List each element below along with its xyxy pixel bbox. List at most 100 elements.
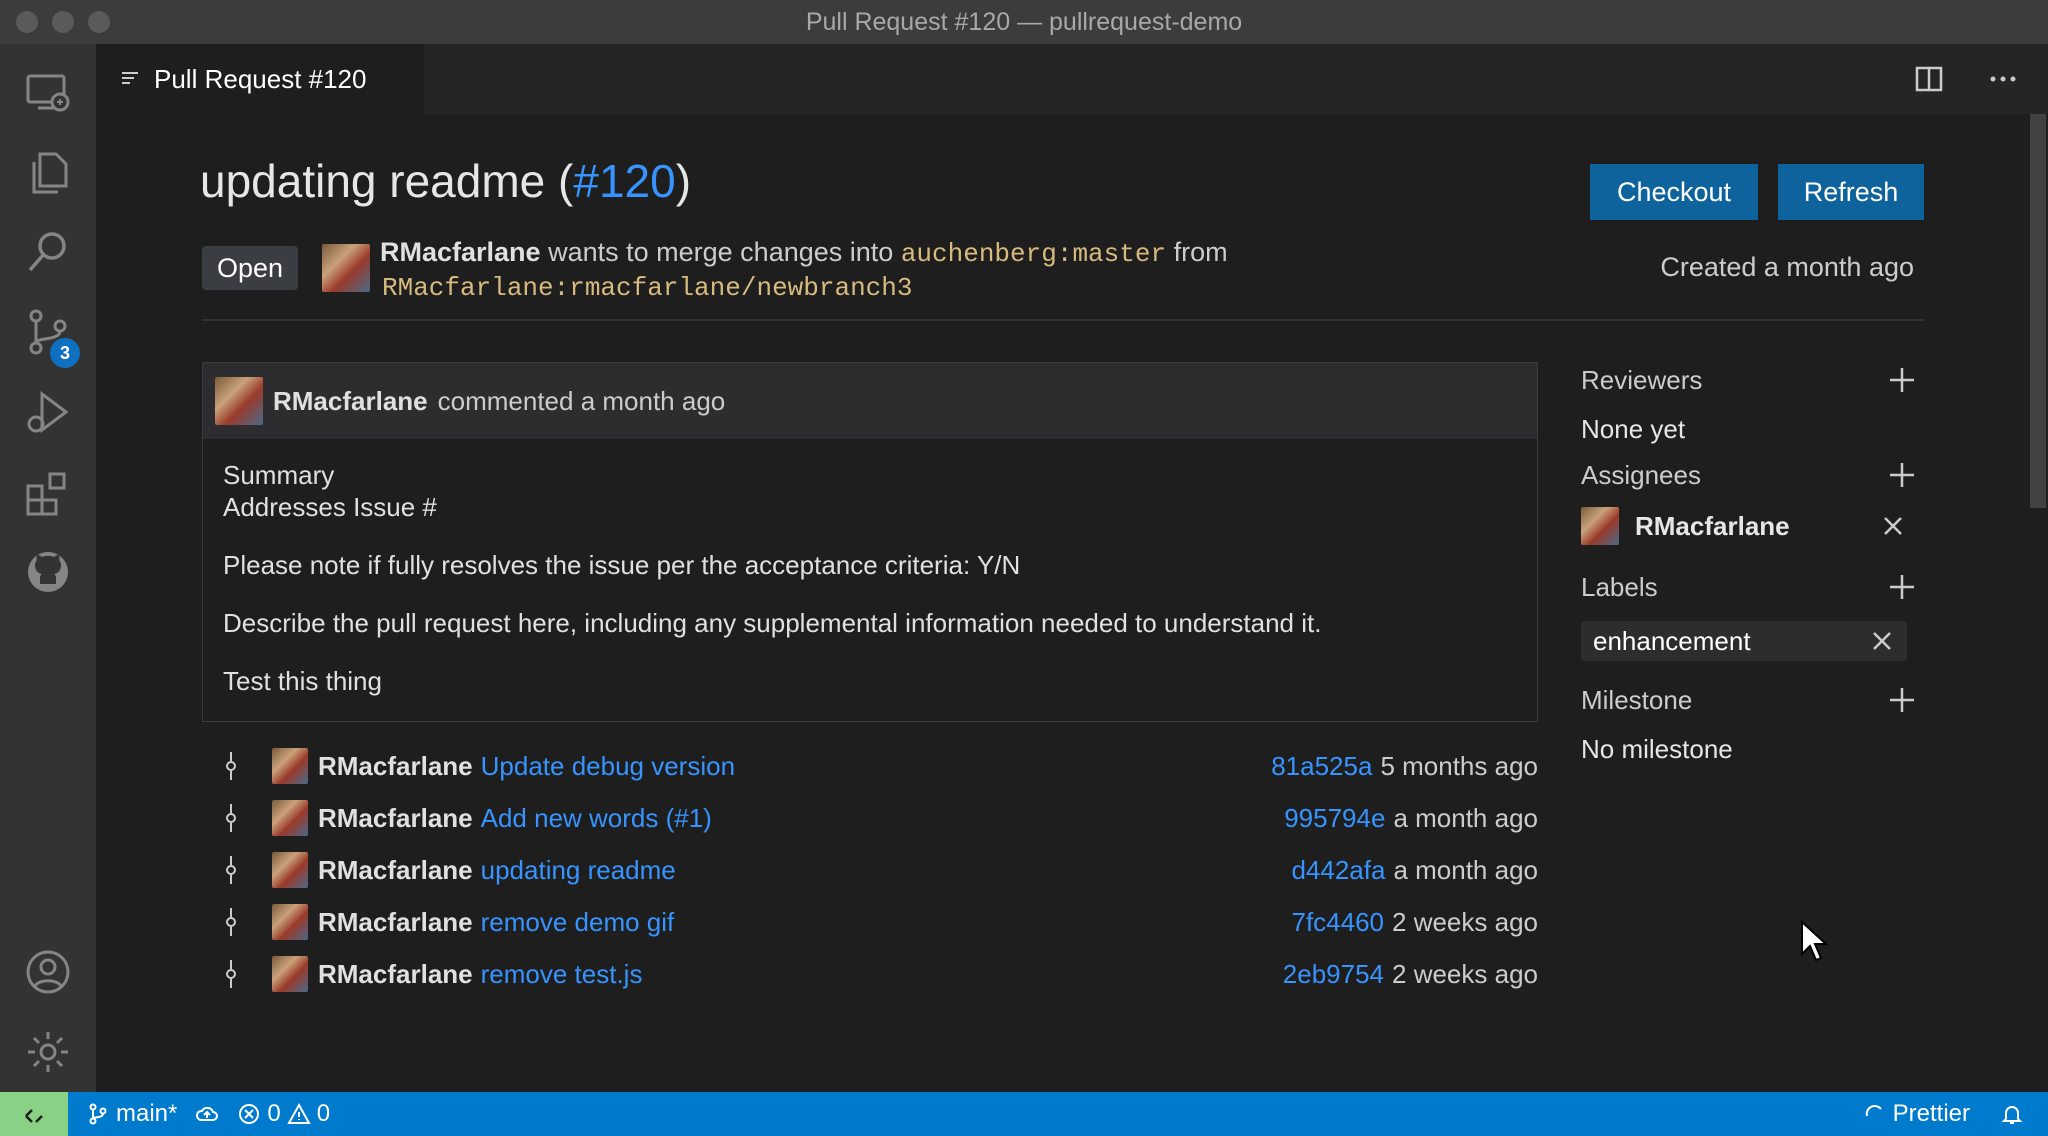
- commit-author[interactable]: RMacfarlane: [318, 959, 473, 990]
- problems-indicator[interactable]: 0 0: [237, 1100, 330, 1128]
- cloud-upload-icon: [196, 1106, 219, 1121]
- commit-sha-link[interactable]: 2eb9754: [1283, 959, 1384, 990]
- remote-indicator[interactable]: [0, 1092, 68, 1136]
- head-branch: RMacfarlane:rmacfarlane/newbranch3: [382, 273, 913, 303]
- pr-number-link[interactable]: #120: [573, 155, 675, 207]
- commit-author[interactable]: RMacfarlane: [318, 855, 473, 886]
- split-editor-icon[interactable]: [1912, 62, 1946, 96]
- commit-row: RMacfarlane remove test.js 2eb9754 2 wee…: [202, 954, 1538, 994]
- commit-row: RMacfarlane Update debug version 81a525a…: [202, 746, 1538, 786]
- commit-sha-link[interactable]: 7fc4460: [1291, 907, 1384, 938]
- commit-time: 5 months ago: [1380, 750, 1538, 781]
- spinner-icon: [1865, 1105, 1882, 1117]
- header-divider: [202, 319, 1924, 321]
- reviewers-section: Reviewers None yet: [1581, 362, 1931, 445]
- add-assignee-icon[interactable]: [1887, 460, 1917, 490]
- bell-icon[interactable]: [2000, 1102, 2024, 1126]
- error-icon: [239, 1104, 260, 1124]
- merge-summary: RMacfarlane wants to merge changes into …: [380, 236, 1228, 304]
- commit-sha-link[interactable]: 81a525a: [1271, 751, 1372, 782]
- comment-line: Summary: [223, 460, 335, 490]
- add-reviewer-icon[interactable]: [1887, 365, 1917, 395]
- commit-message-link[interactable]: Add new words (#1): [481, 803, 712, 834]
- mouse-cursor-icon: [1801, 920, 1829, 962]
- assignee-item: RMacfarlane: [1581, 507, 1931, 545]
- commit-message-link[interactable]: updating readme: [481, 855, 676, 886]
- warning-count: 0: [316, 1100, 331, 1127]
- comment-line: Test this thing: [223, 666, 382, 696]
- assignees-section: Assignees RMacfarlane: [1581, 457, 1931, 545]
- pr-title-close: ): [675, 155, 692, 207]
- minimize-window-button[interactable]: [52, 11, 74, 33]
- preview-icon: [122, 72, 138, 84]
- commit-author[interactable]: RMacfarlane: [318, 751, 473, 782]
- error-count: 0: [267, 1100, 281, 1127]
- warning-icon: [287, 1102, 311, 1124]
- merge-text: wants to merge changes into: [548, 237, 894, 267]
- commit-time: 2 weeks ago: [1392, 958, 1538, 989]
- prettier-status[interactable]: Prettier: [1863, 1100, 1970, 1128]
- window-title: Pull Request #120 — pullrequest-demo: [805, 7, 1243, 36]
- label-chip: enhancement: [1581, 621, 1907, 661]
- commit-message-link[interactable]: remove demo gif: [481, 907, 675, 938]
- avatar: [272, 956, 308, 992]
- commit-sha-link[interactable]: d442afa: [1291, 855, 1385, 886]
- assignees-heading: Assignees: [1581, 459, 1701, 490]
- remove-label-icon[interactable]: [1871, 630, 1893, 652]
- commit-icon: [202, 750, 260, 782]
- avatar: [1581, 507, 1619, 545]
- commit-message-link[interactable]: remove test.js: [481, 959, 643, 990]
- comment-header: RMacfarlane commented a month ago: [203, 363, 1537, 439]
- maximize-window-button[interactable]: [88, 11, 110, 33]
- assignee-name[interactable]: RMacfarlane: [1635, 511, 1865, 542]
- commit-time: a month ago: [1393, 802, 1538, 833]
- avatar: [272, 852, 308, 888]
- add-milestone-icon[interactable]: [1887, 685, 1917, 715]
- branch-indicator[interactable]: main*: [86, 1100, 177, 1128]
- milestone-heading: Milestone: [1581, 684, 1693, 715]
- editor-actions: [1912, 62, 2020, 96]
- editor-scrollbar[interactable]: [2028, 114, 2048, 1092]
- scrollbar-thumb[interactable]: [2030, 114, 2046, 508]
- commit-sha-link[interactable]: 995794e: [1284, 803, 1385, 834]
- sync-button[interactable]: [195, 1102, 219, 1126]
- remove-assignee-icon[interactable]: [1881, 514, 1905, 538]
- comment-line: Addresses Issue #: [223, 492, 437, 522]
- window-controls[interactable]: [16, 11, 110, 33]
- remote-icon: [25, 1109, 43, 1123]
- activity-bar: 3: [0, 44, 96, 1092]
- commit-icon: [202, 958, 260, 990]
- author-name[interactable]: RMacfarlane: [380, 237, 541, 267]
- branch-name: main*: [116, 1100, 178, 1127]
- tab-label: Pull Request #120: [154, 63, 367, 94]
- add-label-icon[interactable]: [1887, 572, 1917, 602]
- description-comment: RMacfarlane commented a month ago Summar…: [202, 362, 1538, 722]
- from-text: from: [1173, 237, 1228, 267]
- settings-gear-icon[interactable]: [0, 1004, 96, 1100]
- prettier-label: Prettier: [1892, 1100, 1970, 1127]
- comment-line: Describe the pull request here, includin…: [223, 608, 1322, 638]
- labels-heading: Labels: [1581, 571, 1658, 602]
- more-actions-icon[interactable]: [1986, 62, 2020, 96]
- refresh-button[interactable]: Refresh: [1778, 164, 1924, 220]
- comment-body: Summary Addresses Issue # Please note if…: [203, 439, 1537, 717]
- avatar: [215, 377, 263, 425]
- reviewers-heading: Reviewers: [1581, 364, 1703, 395]
- checkout-button[interactable]: Checkout: [1590, 164, 1758, 220]
- status-badge: Open: [202, 246, 298, 290]
- created-time: Created a month ago: [1660, 252, 1914, 282]
- commit-icon: [202, 906, 260, 938]
- commit-author[interactable]: RMacfarlane: [318, 907, 473, 938]
- milestone-section: Milestone No milestone: [1581, 682, 1931, 765]
- labels-section: Labels enhancement: [1581, 569, 1931, 661]
- comment-meta: commented a month ago: [437, 385, 726, 416]
- close-window-button[interactable]: [16, 11, 38, 33]
- status-bar-right: Prettier: [1845, 1100, 2024, 1128]
- label-name: enhancement: [1593, 625, 1751, 656]
- commit-author[interactable]: RMacfarlane: [318, 803, 473, 834]
- avatar: [272, 904, 308, 940]
- tab-pull-request[interactable]: Pull Request #120: [96, 44, 424, 114]
- github-icon[interactable]: [0, 524, 96, 620]
- commit-message-link[interactable]: Update debug version: [481, 751, 735, 782]
- comment-author[interactable]: RMacfarlane: [273, 386, 428, 417]
